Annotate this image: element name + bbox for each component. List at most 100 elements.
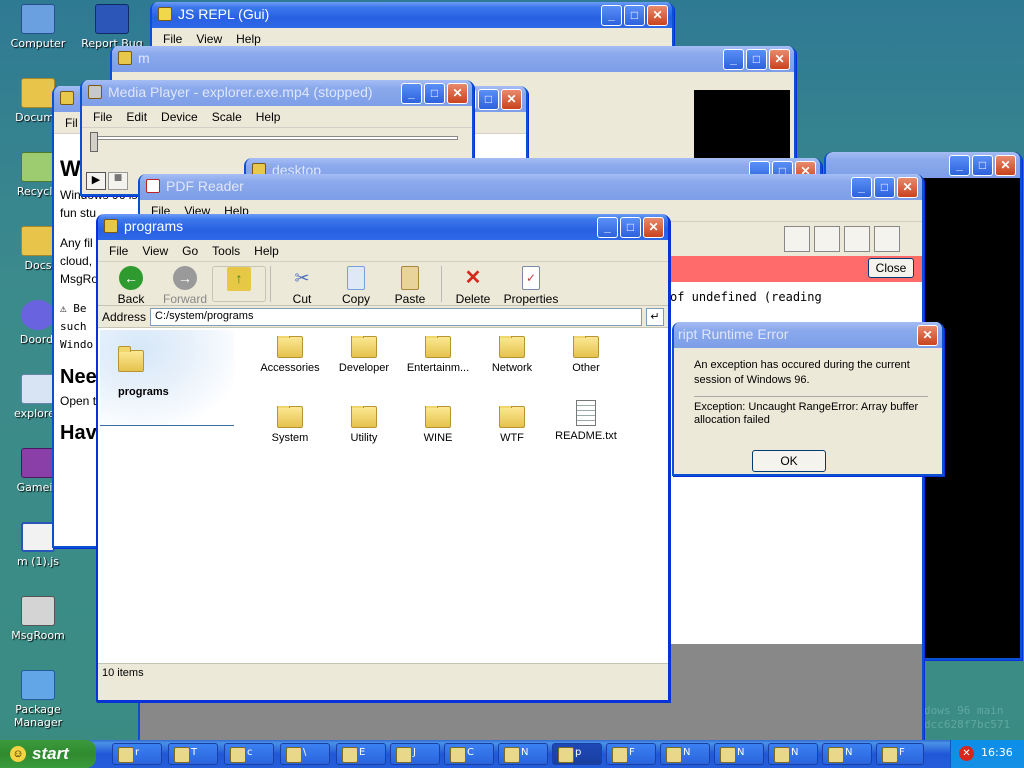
play-button[interactable]: ▶ bbox=[86, 172, 106, 190]
desktop-icon-package-manager[interactable]: Package Manager bbox=[6, 670, 70, 729]
error-tray-icon[interactable]: ✕ bbox=[959, 746, 974, 761]
file-item-developer[interactable]: Developer bbox=[327, 336, 401, 374]
open-folder-icon[interactable] bbox=[814, 226, 840, 252]
menu-file[interactable]: File bbox=[86, 110, 119, 124]
desktop-icon-msgroom[interactable]: MsgRoom bbox=[6, 596, 70, 642]
paste-button[interactable]: Paste bbox=[383, 266, 437, 306]
maximize-button[interactable]: □ bbox=[972, 155, 993, 176]
file-item-entertainment[interactable]: Entertainm... bbox=[401, 336, 475, 374]
file-item-readme[interactable]: README.txt bbox=[549, 400, 623, 442]
seek-bar[interactable] bbox=[92, 136, 458, 140]
delete-button[interactable]: ✕ Delete bbox=[446, 266, 500, 306]
close-banner-button[interactable]: Close bbox=[868, 258, 914, 278]
behind-window-titlebar[interactable]: m _ □ ✕ bbox=[112, 46, 794, 72]
stop-button[interactable]: ■ bbox=[108, 172, 128, 190]
address-input[interactable]: C:/system/programs bbox=[150, 307, 642, 326]
taskbar-item[interactable]: F bbox=[606, 743, 656, 765]
taskbar-item[interactable]: N bbox=[768, 743, 818, 765]
menu-view[interactable]: View bbox=[189, 32, 229, 46]
maximize-button[interactable]: □ bbox=[874, 177, 895, 198]
taskbar-item-active[interactable]: p bbox=[552, 743, 602, 765]
close-button[interactable]: ✕ bbox=[897, 177, 918, 198]
menu-go[interactable]: Go bbox=[175, 244, 205, 258]
js-repl-titlebar[interactable]: JS REPL (Gui) _ □ ✕ bbox=[152, 2, 672, 28]
file-item-other[interactable]: Other bbox=[549, 336, 623, 374]
seek-handle[interactable] bbox=[90, 132, 98, 152]
start-button[interactable]: ☺ start bbox=[0, 740, 96, 768]
menu-view[interactable]: View bbox=[135, 244, 175, 258]
properties-button[interactable]: ✓ Properties bbox=[500, 266, 562, 306]
taskbar-item[interactable]: N bbox=[714, 743, 764, 765]
menu-edit[interactable]: Edit bbox=[119, 110, 154, 124]
maximize-button[interactable]: □ bbox=[746, 49, 767, 70]
menu-help[interactable]: Help bbox=[249, 110, 288, 124]
runtime-error-dialog[interactable]: ript Runtime Error ✕ An exception has oc… bbox=[672, 322, 944, 476]
forward-button[interactable]: → Forward bbox=[158, 266, 212, 306]
close-button[interactable]: ✕ bbox=[447, 83, 468, 104]
close-button[interactable]: ✕ bbox=[769, 49, 790, 70]
taskbar-item[interactable]: E bbox=[336, 743, 386, 765]
minimize-button[interactable]: _ bbox=[601, 5, 622, 26]
file-item-system[interactable]: System bbox=[253, 406, 327, 444]
menu-help[interactable]: Help bbox=[229, 32, 268, 46]
taskbar-item[interactable]: N bbox=[660, 743, 710, 765]
menu-device[interactable]: Device bbox=[154, 110, 205, 124]
taskbar-item[interactable]: c bbox=[224, 743, 274, 765]
explorer-titlebar[interactable]: programs _ □ ✕ bbox=[98, 214, 668, 240]
print-icon[interactable] bbox=[844, 226, 870, 252]
desktop-icon-computer[interactable]: Computer bbox=[6, 4, 70, 50]
taskbar-item[interactable]: F bbox=[876, 743, 924, 765]
file-item-wine[interactable]: WINE bbox=[401, 406, 475, 444]
minimize-button[interactable]: _ bbox=[851, 177, 872, 198]
ok-button[interactable]: OK bbox=[752, 450, 826, 472]
video-file-icon bbox=[21, 374, 55, 404]
taskbar-item[interactable]: \ bbox=[280, 743, 330, 765]
media-player-titlebar[interactable]: Media Player - explorer.exe.mp4 (stopped… bbox=[82, 80, 472, 106]
cut-button[interactable]: ✂ Cut bbox=[275, 266, 329, 306]
settings-icon[interactable] bbox=[874, 226, 900, 252]
menu-scale[interactable]: Scale bbox=[205, 110, 249, 124]
file-item-utility[interactable]: Utility bbox=[327, 406, 401, 444]
pdf-reader-titlebar[interactable]: PDF Reader _ □ ✕ bbox=[140, 174, 922, 200]
taskbar-item[interactable]: N bbox=[822, 743, 872, 765]
up-folder-button[interactable]: ↑ bbox=[212, 266, 266, 302]
error-dialog-body: An exception has occured during the curr… bbox=[674, 348, 942, 427]
file-item-accessories[interactable]: Accessories bbox=[253, 336, 327, 374]
maximize-button[interactable]: □ bbox=[624, 5, 645, 26]
minimize-button[interactable]: _ bbox=[949, 155, 970, 176]
menu-file[interactable]: File bbox=[102, 244, 135, 258]
menu-tools[interactable]: Tools bbox=[205, 244, 247, 258]
file-item-network[interactable]: Network bbox=[475, 336, 549, 374]
minimize-button[interactable]: _ bbox=[401, 83, 422, 104]
taskbar-item[interactable]: N bbox=[498, 743, 548, 765]
maximize-button[interactable]: □ bbox=[424, 83, 445, 104]
browser-icon bbox=[60, 91, 74, 105]
maximize-button[interactable]: □ bbox=[620, 217, 641, 238]
taskbar-item[interactable]: C bbox=[444, 743, 494, 765]
close-button[interactable]: ✕ bbox=[643, 217, 664, 238]
pdf-icon bbox=[146, 179, 160, 193]
close-button[interactable]: ✕ bbox=[647, 5, 668, 26]
taskbar-item[interactable]: r bbox=[112, 743, 162, 765]
taskbar-item[interactable]: J bbox=[390, 743, 440, 765]
explorer-window[interactable]: programs _ □ ✕ File View Go Tools Help ← Ba… bbox=[96, 214, 670, 702]
error-dialog-titlebar[interactable]: ript Runtime Error ✕ bbox=[674, 322, 942, 348]
go-icon[interactable]: ↵ bbox=[646, 307, 664, 326]
desktop-icon-label: Computer bbox=[10, 37, 66, 50]
copy-icon bbox=[347, 266, 365, 290]
maximize-button[interactable]: □ bbox=[478, 89, 499, 110]
minimize-button[interactable]: _ bbox=[723, 49, 744, 70]
taskbar-item[interactable]: T bbox=[168, 743, 218, 765]
desktop-icon-label: Package Manager bbox=[13, 703, 63, 729]
close-button[interactable]: ✕ bbox=[917, 325, 938, 346]
minimize-button[interactable]: _ bbox=[597, 217, 618, 238]
back-button[interactable]: ← Back bbox=[104, 266, 158, 306]
file-item-wtf[interactable]: WTF bbox=[475, 406, 549, 444]
menu-help[interactable]: Help bbox=[247, 244, 286, 258]
copy-button[interactable]: Copy bbox=[329, 266, 383, 306]
desktop-icon-report-bug[interactable]: Report Bug bbox=[80, 4, 144, 50]
close-button[interactable]: ✕ bbox=[995, 155, 1016, 176]
comment-icon[interactable] bbox=[784, 226, 810, 252]
close-button[interactable]: ✕ bbox=[501, 89, 522, 110]
menu-file[interactable]: File bbox=[156, 32, 189, 46]
